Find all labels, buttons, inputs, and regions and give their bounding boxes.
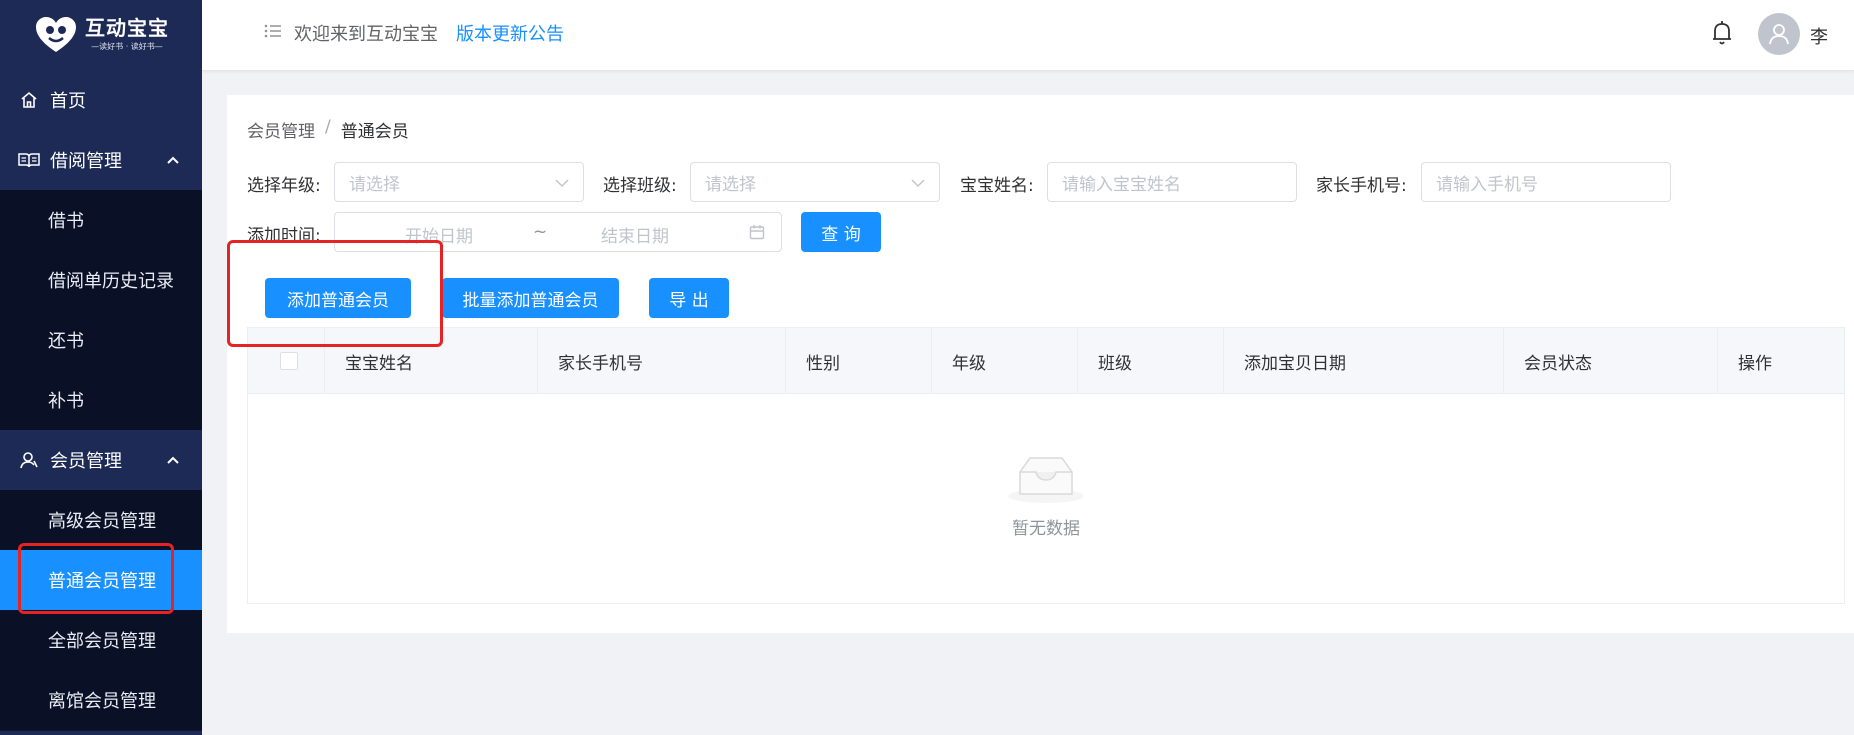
breadcrumb: 会员管理 / 普通会员 [247, 117, 409, 142]
breadcrumb-separator: / [325, 117, 331, 137]
username[interactable]: 李 [1810, 23, 1828, 49]
empty-box-icon [1006, 450, 1086, 508]
members-table: 宝宝姓名 家长手机号 性别 年级 班级 添加宝贝日期 会员状态 操作 暂无数据 [247, 327, 1845, 604]
sidebar-item-regular-members[interactable]: 普通会员管理 [0, 550, 202, 610]
date-start-placeholder: 开始日期 [405, 227, 473, 247]
sidebar-item-label: 补书 [48, 391, 84, 412]
parent-phone-label: 家长手机号: [1316, 176, 1407, 196]
sidebar-item-return-book[interactable]: 还书 [0, 310, 202, 370]
select-all-checkbox[interactable] [280, 352, 298, 370]
menu-toggle-icon[interactable] [264, 23, 282, 44]
welcome-text: 欢迎来到互动宝宝 [294, 24, 438, 45]
breadcrumb-parent[interactable]: 会员管理 [247, 117, 315, 142]
sidebar-item-label: 借阅管理 [50, 151, 122, 172]
sidebar-item-borrow-book[interactable]: 借书 [0, 190, 202, 250]
chevron-down-icon [911, 175, 925, 195]
avatar[interactable] [1758, 13, 1800, 55]
select-all-cell [248, 328, 325, 394]
logo-heart-icon [33, 15, 79, 55]
chevron-up-icon [166, 152, 180, 173]
column-header: 班级 [1078, 328, 1224, 394]
logo-title: 互动宝宝 [85, 16, 169, 40]
column-header: 年级 [932, 328, 1078, 394]
date-end-placeholder: 结束日期 [601, 227, 669, 247]
empty-state: 暂无数据 [248, 450, 1844, 539]
table-header: 宝宝姓名 家长手机号 性别 年级 班级 添加宝贝日期 会员状态 操作 [248, 328, 1844, 394]
class-label: 选择班级: [603, 176, 677, 196]
grade-select-placeholder: 请选择 [349, 174, 400, 195]
sidebar-item-replace-book[interactable]: 补书 [0, 370, 202, 430]
sidebar-item-label: 全部会员管理 [48, 631, 156, 652]
parent-phone-placeholder: 请输入手机号 [1436, 174, 1538, 195]
sidebar-divider [0, 731, 202, 735]
add-time-label: 添加时间: [247, 226, 321, 246]
sidebar-item-label: 还书 [48, 331, 84, 352]
user-icon [18, 449, 40, 471]
class-select[interactable]: 请选择 [690, 162, 940, 202]
chevron-down-icon [555, 175, 569, 195]
bell-icon[interactable] [1710, 20, 1736, 48]
sidebar-item-all-members[interactable]: 全部会员管理 [0, 610, 202, 670]
top-header: 欢迎来到互动宝宝 版本更新公告 李 [202, 0, 1854, 71]
query-button[interactable]: 查 询 [801, 212, 881, 252]
column-header: 性别 [786, 328, 932, 394]
sidebar-item-borrow-management[interactable]: 借阅管理 [0, 130, 202, 190]
grade-select[interactable]: 请选择 [334, 162, 584, 202]
column-header: 会员状态 [1504, 328, 1718, 394]
column-header: 操作 [1738, 353, 1772, 374]
column-header: 家长手机号 [538, 328, 786, 394]
app-logo[interactable]: 互动宝宝 —读好书 · 读好书— [0, 0, 202, 70]
book-icon [18, 149, 40, 171]
calendar-icon [749, 224, 765, 244]
baby-name-input[interactable]: 请输入宝宝姓名 [1047, 162, 1297, 202]
version-notice-link[interactable]: 版本更新公告 [456, 20, 564, 46]
export-button[interactable]: 导 出 [649, 278, 729, 318]
column-header: 宝宝姓名 [325, 328, 538, 394]
main-panel: 会员管理 / 普通会员 选择年级: 请选择 选择班级: 请选择 宝宝姓名: 请输… [227, 95, 1854, 633]
baby-name-label: 宝宝姓名: [960, 176, 1034, 196]
logo-subtitle: —读好书 · 读好书— [91, 42, 163, 51]
sidebar-item-departed-members[interactable]: 离馆会员管理 [0, 670, 202, 730]
sidebar-item-home[interactable]: 首页 [0, 70, 202, 130]
home-icon [18, 89, 40, 111]
chevron-up-icon [166, 452, 180, 473]
sidebar-item-label: 会员管理 [50, 451, 122, 472]
sidebar-item-borrow-history[interactable]: 借阅单历史记录 [0, 250, 202, 310]
sidebar-item-label: 普通会员管理 [48, 571, 156, 592]
sidebar-item-label: 离馆会员管理 [48, 691, 156, 712]
sidebar-item-label: 借阅单历史记录 [48, 271, 174, 292]
empty-text: 暂无数据 [1012, 519, 1080, 539]
parent-phone-input[interactable]: 请输入手机号 [1421, 162, 1671, 202]
sidebar-item-senior-members[interactable]: 高级会员管理 [0, 490, 202, 550]
breadcrumb-current: 普通会员 [340, 122, 409, 142]
sidebar-item-label: 高级会员管理 [48, 511, 156, 532]
date-range-separator: ~ [533, 222, 548, 242]
add-regular-member-button[interactable]: 添加普通会员 [265, 278, 411, 318]
sidebar-item-label: 首页 [50, 91, 86, 112]
column-header: 添加宝贝日期 [1224, 328, 1504, 394]
sidebar-item-label: 借书 [48, 211, 84, 232]
baby-name-placeholder: 请输入宝宝姓名 [1062, 174, 1181, 195]
date-range-picker[interactable]: 开始日期 ~ 结束日期 [334, 212, 782, 252]
sidebar: 互动宝宝 —读好书 · 读好书— 首页 借阅管理 借书 借阅单历史记录 还书 补… [0, 0, 202, 735]
grade-label: 选择年级: [247, 176, 321, 196]
batch-add-members-button[interactable]: 批量添加普通会员 [442, 278, 619, 318]
sidebar-item-member-management[interactable]: 会员管理 [0, 430, 202, 490]
class-select-placeholder: 请选择 [705, 174, 756, 195]
